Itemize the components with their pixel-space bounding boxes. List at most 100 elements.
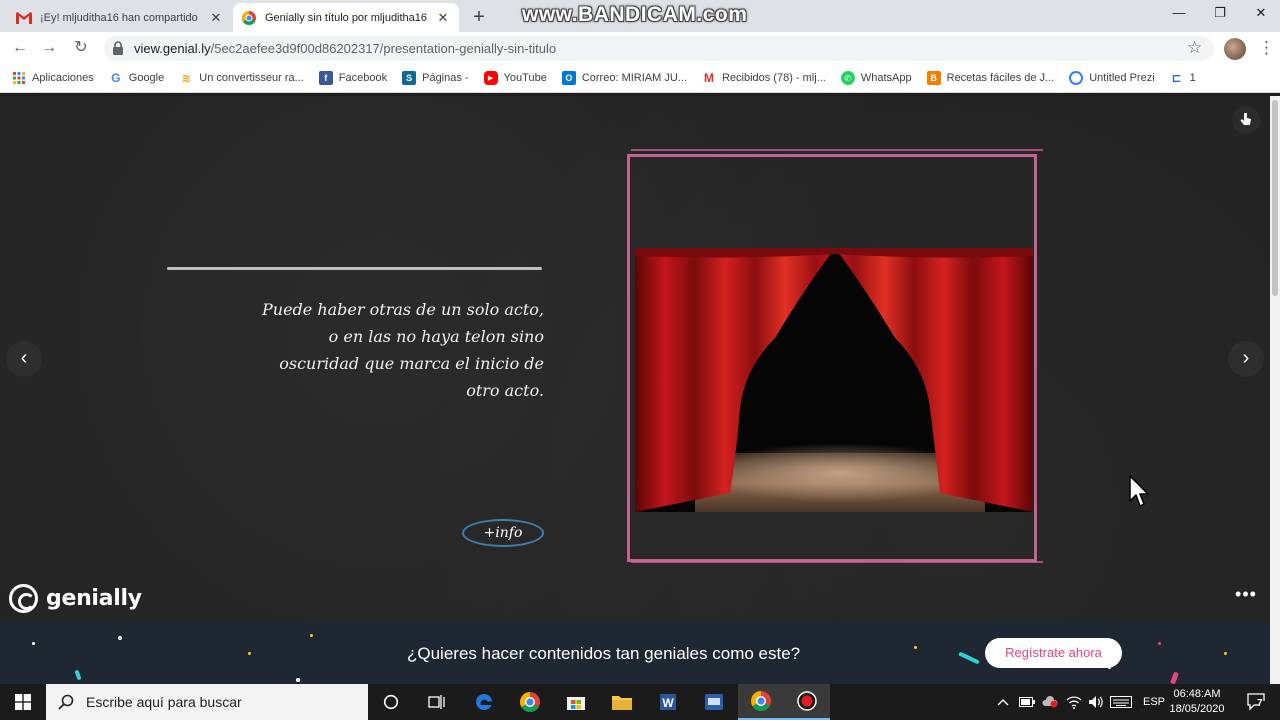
tab-title: Genially sin título por mljuditha16 bbox=[265, 11, 428, 24]
touch-hand-icon[interactable] bbox=[1232, 106, 1260, 134]
word-icon[interactable]: W bbox=[645, 684, 691, 720]
bookmark-google[interactable]: G Google bbox=[109, 71, 164, 85]
google-icon: G bbox=[111, 71, 121, 85]
system-clock[interactable]: 06:48:AM 18/05/2020 bbox=[1168, 687, 1226, 717]
bookmark-aplicaciones[interactable]: Aplicaciones bbox=[12, 71, 94, 85]
windows-logo-icon bbox=[15, 694, 31, 710]
slide-text-line: o en las no haya telon sino bbox=[328, 327, 544, 346]
input-language[interactable]: ESP bbox=[1143, 684, 1165, 720]
genially-presentation: Puede haber otras de un solo acto, o en … bbox=[0, 96, 1270, 684]
facebook-icon: f bbox=[318, 71, 333, 85]
bookmarks-bar: Aplicaciones G Google ≋ Un convertisseur… bbox=[0, 64, 1280, 93]
bookmark-correo[interactable]: O Correo: MIRIAM JU... bbox=[561, 71, 687, 85]
cloud-sync-icon[interactable] bbox=[1042, 684, 1058, 720]
browser-menu-icon[interactable]: ⋮ bbox=[1258, 38, 1275, 58]
wifi-icon[interactable] bbox=[1066, 684, 1082, 720]
task-view-icon[interactable] bbox=[414, 684, 460, 720]
keyboard-icon[interactable] bbox=[1110, 684, 1132, 720]
prezi-icon bbox=[1069, 71, 1084, 85]
chrome-active-taskbar-icon[interactable] bbox=[738, 684, 784, 720]
confetti bbox=[1224, 652, 1227, 655]
cortana-icon[interactable] bbox=[368, 684, 414, 720]
gmail-icon bbox=[16, 10, 32, 26]
slide-text-line: oscuridad que marca el inicio de bbox=[279, 354, 544, 373]
battery-icon[interactable] bbox=[1019, 684, 1035, 720]
gmail-icon: M bbox=[703, 71, 714, 85]
next-slide-button[interactable]: › bbox=[1228, 341, 1264, 377]
previous-slide-button[interactable]: ‹ bbox=[6, 341, 42, 377]
confetti bbox=[248, 652, 251, 655]
action-center-icon[interactable]: 7 bbox=[1247, 684, 1269, 720]
volume-icon[interactable] bbox=[1088, 684, 1104, 720]
bookmark-prezi[interactable]: Untitled Prezi bbox=[1069, 71, 1155, 85]
tab-gmail[interactable]: ¡Ey! mljuditha16 han compartido ✕ bbox=[8, 3, 232, 32]
confetti bbox=[296, 678, 300, 682]
mouse-pointer-icon bbox=[1129, 475, 1149, 507]
confetti bbox=[1170, 671, 1179, 684]
url-text[interactable]: view.genial.ly/5ec2aefee3d9f00d86202317/… bbox=[134, 41, 556, 56]
bookmark-facebook[interactable]: f Facebook bbox=[318, 71, 387, 85]
bookmark-whatsapp[interactable]: ✆ WhatsApp bbox=[840, 71, 912, 85]
svg-text:W: W bbox=[662, 696, 674, 710]
profile-avatar[interactable] bbox=[1224, 38, 1246, 60]
outlook-icon: O bbox=[561, 71, 576, 85]
bookmark-paginas[interactable]: S Páginas - bbox=[402, 71, 469, 85]
confetti bbox=[310, 634, 313, 637]
confetti bbox=[74, 669, 82, 681]
bandicam-record-icon[interactable] bbox=[784, 684, 830, 720]
tab-genially[interactable]: Genially sin título por mljuditha16 ✕ bbox=[233, 3, 459, 32]
restore-button[interactable]: ❐ bbox=[1197, 0, 1243, 28]
close-window-button[interactable]: ✕ bbox=[1238, 0, 1280, 28]
confetti bbox=[914, 646, 917, 649]
close-tab-icon[interactable]: ✕ bbox=[435, 10, 451, 26]
clock-time: 06:48:AM bbox=[1173, 688, 1221, 700]
signup-banner: ¿Quieres hacer contenidos tan geniales c… bbox=[0, 622, 1270, 684]
apps-grid-icon bbox=[12, 71, 26, 85]
confetti bbox=[32, 642, 35, 645]
edge-icon[interactable] bbox=[461, 684, 507, 720]
bookmark-recetas[interactable]: B Recetas fáciles de J... bbox=[926, 71, 1054, 85]
bookmark-star-icon[interactable]: ☆ bbox=[1187, 38, 1202, 58]
sharepoint-icon: S bbox=[402, 71, 417, 85]
info-button[interactable]: +info bbox=[462, 519, 544, 547]
show-hidden-icons[interactable] bbox=[997, 684, 1009, 720]
confetti bbox=[1158, 642, 1161, 645]
banner-message: ¿Quieres hacer contenidos tan geniales c… bbox=[407, 644, 801, 663]
windows-start-button[interactable] bbox=[0, 684, 46, 720]
tab-title: ¡Ey! mljuditha16 han compartido bbox=[40, 11, 198, 24]
waveform-icon: ≋ bbox=[181, 72, 191, 85]
lock-icon bbox=[113, 41, 123, 55]
blogger-icon: B bbox=[926, 71, 941, 85]
genially-logo-icon bbox=[9, 584, 38, 613]
bookmark-youtube[interactable]: ▶ YouTube bbox=[483, 71, 547, 85]
taskbar-search-box[interactable]: Escribe aquí para buscar bbox=[46, 684, 368, 720]
clock-date: 18/05/2020 bbox=[1169, 703, 1225, 715]
register-button[interactable]: Regístrate ahora bbox=[985, 638, 1122, 668]
forward-button[interactable]: → bbox=[37, 36, 61, 60]
back-button[interactable]: ← bbox=[8, 36, 32, 60]
browser-tab-strip: ¡Ey! mljuditha16 han compartido ✕ Genial… bbox=[0, 0, 1280, 32]
app-window-icon[interactable] bbox=[691, 684, 737, 720]
minimize-button[interactable]: — bbox=[1156, 0, 1202, 28]
bookmark-convertisseur[interactable]: ≋ Un convertisseur ra... bbox=[179, 71, 304, 85]
new-tab-button[interactable]: + bbox=[466, 5, 492, 31]
bandicam-watermark: www.BANDICAM.com bbox=[522, 3, 748, 26]
confetti bbox=[118, 636, 122, 640]
file-explorer-icon[interactable] bbox=[599, 684, 645, 720]
bookmark-icon: ⊏ bbox=[1171, 71, 1182, 85]
windows-taskbar: Escribe aquí para buscar W ESP 06:48:AM … bbox=[0, 684, 1280, 720]
chrome-taskbar-icon[interactable] bbox=[507, 684, 553, 720]
slide-text-line: otro acto. bbox=[466, 381, 544, 400]
bookmark-recibidos[interactable]: M Recibidos (78) - mlj... bbox=[702, 71, 826, 85]
close-tab-icon[interactable]: ✕ bbox=[208, 10, 224, 26]
confetti bbox=[958, 651, 980, 665]
store-icon[interactable] bbox=[553, 684, 599, 720]
slide-text-block: Puede haber otras de un solo acto, o en … bbox=[200, 296, 544, 404]
genially-logo[interactable]: genially bbox=[9, 584, 142, 613]
reload-button[interactable]: ↻ bbox=[69, 36, 93, 60]
youtube-icon: ▶ bbox=[483, 71, 498, 85]
scrollbar-thumb[interactable] bbox=[1272, 100, 1278, 296]
more-options-icon[interactable]: ••• bbox=[1232, 585, 1260, 608]
bookmark-1[interactable]: ⊏ 1 bbox=[1170, 71, 1196, 85]
chalk-divider-line bbox=[167, 267, 542, 270]
